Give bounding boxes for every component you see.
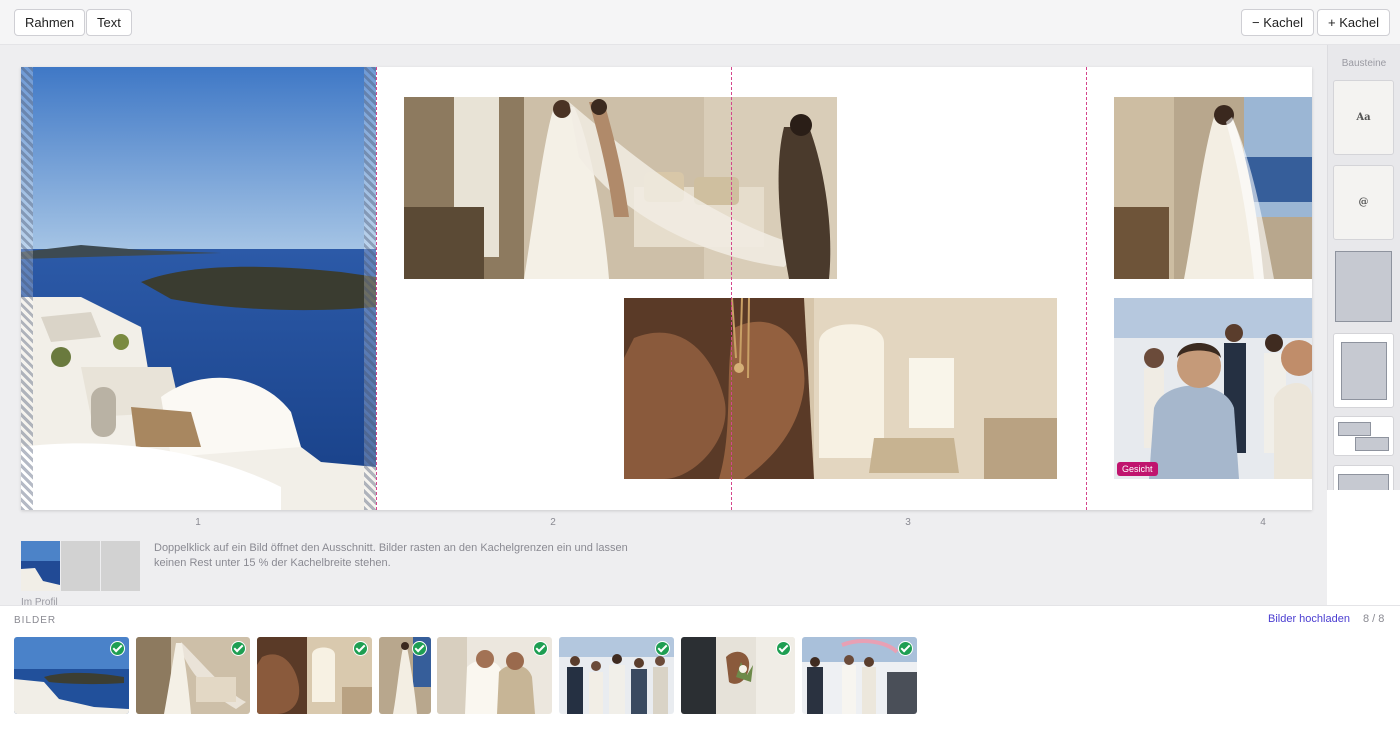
page-number-1: 1 xyxy=(195,517,201,528)
image-count: 8 / 8 xyxy=(1363,613,1385,625)
help-hint: Doppelklick auf ein Bild öffnet den Auss… xyxy=(154,541,654,571)
face-detection-tag: Gesicht xyxy=(1117,462,1158,476)
album-spread: Gesicht xyxy=(21,67,1312,510)
text-button[interactable]: Text xyxy=(86,9,132,36)
page-number-3: 3 xyxy=(905,517,911,528)
image-thumb-ceremony[interactable] xyxy=(802,637,917,714)
photo-bride-window[interactable] xyxy=(1114,97,1312,279)
building-blocks-sidebar: Bausteine Aa @ xyxy=(1327,45,1400,490)
image-thumb-guests[interactable] xyxy=(559,637,674,714)
help-hint-line-1: Doppelklick auf ein Bild öffnet den Auss… xyxy=(154,542,628,554)
text-block-tile[interactable]: Aa xyxy=(1333,80,1394,155)
image-thumb-couple-portrait[interactable] xyxy=(437,637,552,714)
selected-check-icon xyxy=(533,641,548,656)
selected-check-icon xyxy=(353,641,368,656)
image-thumb-jewelry[interactable] xyxy=(257,637,372,714)
strip-block-tile[interactable] xyxy=(1333,465,1394,490)
photo-santorini-view[interactable] xyxy=(21,67,376,510)
spread-preview[interactable] xyxy=(21,541,140,591)
contact-block-tile[interactable]: @ xyxy=(1333,165,1394,240)
preview-caption: Im Profil xyxy=(21,597,58,605)
text-block-glyph: Aa xyxy=(1356,112,1371,123)
layout-full-icon xyxy=(1335,251,1392,322)
editor-canvas: Gesicht 1 2 3 4 Im Profil Doppelklick au… xyxy=(0,45,1327,605)
layout-stagger-bottom-icon xyxy=(1355,437,1389,451)
remove-tile-button[interactable]: − Kachel xyxy=(1241,9,1314,36)
at-sign-icon: @ xyxy=(1358,197,1369,208)
full-photo-block-tile[interactable] xyxy=(1333,249,1394,324)
photo-jewelry-hands[interactable] xyxy=(624,298,1057,479)
preview-page-1 xyxy=(21,541,60,591)
add-tile-button[interactable]: + Kachel xyxy=(1317,9,1390,36)
bleed-marker-right xyxy=(364,67,376,510)
page-number-4: 4 xyxy=(1260,517,1266,528)
sidebar-title: Bausteine xyxy=(1341,58,1387,69)
page-guide-3 xyxy=(1086,67,1087,510)
selected-check-icon xyxy=(655,641,670,656)
preview-page-3 xyxy=(101,541,140,591)
layout-single-icon xyxy=(1341,342,1387,400)
single-photo-block-tile[interactable] xyxy=(1333,333,1394,408)
page-number-2: 2 xyxy=(550,517,556,528)
layout-strip-icon xyxy=(1338,474,1389,490)
staggered-block-tile[interactable] xyxy=(1333,416,1394,456)
image-thumb-bride-veil[interactable] xyxy=(136,637,250,714)
layout-stagger-top-icon xyxy=(1338,422,1371,436)
top-toolbar: Rahmen Text − Kachel + Kachel xyxy=(0,0,1400,45)
page-guide-1 xyxy=(376,67,377,510)
preview-page-2 xyxy=(61,541,100,591)
images-tray-title: BILDER xyxy=(14,615,57,626)
help-hint-line-2: keinen Rest unter 15 % der Kachelbreite … xyxy=(154,557,391,569)
selected-check-icon xyxy=(412,641,427,656)
bleed-marker-left xyxy=(21,67,33,510)
frame-button[interactable]: Rahmen xyxy=(14,9,86,36)
selected-check-icon xyxy=(898,641,913,656)
images-tray: BILDER Bilder hochladen 8 / 8 xyxy=(0,605,1400,731)
page-guide-2 xyxy=(731,67,732,510)
photo-groom-laughing[interactable]: Gesicht xyxy=(1114,298,1312,479)
image-thumb-santorini[interactable] xyxy=(14,637,129,714)
selected-check-icon xyxy=(231,641,246,656)
selected-check-icon xyxy=(776,641,791,656)
selected-check-icon xyxy=(110,641,125,656)
photo-bride-veil[interactable] xyxy=(404,97,837,279)
upload-images-link[interactable]: Bilder hochladen xyxy=(1268,613,1350,625)
image-thumb-boutonniere[interactable] xyxy=(681,637,795,714)
image-thumb-bride-window[interactable] xyxy=(379,637,431,714)
